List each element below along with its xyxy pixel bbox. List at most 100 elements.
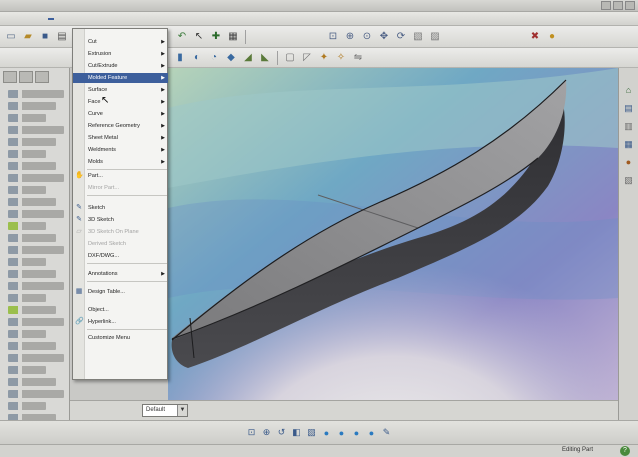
tree-item[interactable] [8,294,46,302]
menu-item-customize-menu[interactable]: Customize Menu [73,333,168,343]
hide-show-icon[interactable]: ● [336,427,347,438]
tree-item[interactable] [8,222,46,230]
menu-item-3d-sketch[interactable]: 3D Sketch ✎ [73,215,168,225]
tree-item[interactable] [8,162,56,170]
tree-item[interactable] [8,126,64,134]
section-view-icon[interactable]: ◧ [291,427,302,438]
open-icon[interactable]: ▰ [21,30,35,44]
property-manager-tab[interactable] [19,71,33,83]
menu-item-sketch[interactable]: Sketch ✎ [73,203,168,213]
tree-item[interactable] [8,270,56,278]
tree-item[interactable] [8,186,46,194]
extrude-icon[interactable]: ▮ [173,51,187,65]
tree-item[interactable] [8,90,64,98]
zoom-fit-icon[interactable]: ⊡ [246,427,257,438]
rotate-icon[interactable]: ⟳ [394,30,408,44]
config-manager-tab[interactable] [35,71,49,83]
save-icon[interactable]: ■ [38,30,52,44]
chamfer-icon[interactable]: ◣ [258,51,272,65]
tree-item[interactable] [8,378,56,386]
menu-view[interactable] [34,18,40,20]
pattern-icon[interactable]: ✧ [334,51,348,65]
revolve-icon[interactable]: ◐ [190,51,204,65]
tree-item[interactable] [8,342,56,350]
tree-item[interactable] [8,210,64,218]
view-orientation-icon[interactable]: ▧ [306,427,317,438]
menu-item-annotations[interactable]: Annotations ▶ [73,269,168,279]
help-icon[interactable]: ? [620,446,630,456]
close-icon[interactable]: ✖ [528,30,542,44]
view-settings-icon[interactable]: ✎ [381,427,392,438]
draft-icon[interactable]: ◸ [300,51,314,65]
menu-item-cut[interactable]: Cut ▶ [73,37,168,47]
tree-item[interactable] [8,366,46,374]
menu-item-reference-geometry[interactable]: Reference Geometry ▶ [73,121,168,131]
tree-item[interactable] [8,234,56,242]
pan-icon[interactable]: ✥ [377,30,391,44]
properties-icon[interactable]: ▧ [623,174,635,186]
loft-icon[interactable]: ◆ [224,51,238,65]
menu-item-part[interactable]: Part... ✋ [73,171,168,181]
tree-item[interactable] [8,114,46,122]
menu-item-weldments[interactable]: Weldments ▶ [73,145,168,155]
new-icon[interactable]: ▭ [4,30,18,44]
menu-item-dxf-dwg[interactable]: DXF/DWG... [73,251,168,261]
tree-item[interactable] [8,306,56,314]
zoom-icon[interactable]: ⊙ [360,30,374,44]
menu-insert[interactable] [48,17,54,20]
menu-item-hyperlink[interactable]: Hyperlink... 🔗 [73,317,168,327]
tree-item[interactable] [8,390,64,398]
rib-icon[interactable]: ✦ [317,51,331,65]
menu-item-molds[interactable]: Molds ▶ [73,157,168,167]
minimize-button[interactable] [601,1,611,10]
tree-item[interactable] [8,354,64,362]
tree-item[interactable] [8,198,56,206]
settings-icon[interactable]: ● [545,30,559,44]
menu-item-face[interactable]: Face ▶ [73,97,168,107]
undo-icon[interactable]: ↶ [175,30,189,44]
zoom-area-icon[interactable]: ⊕ [261,427,272,438]
menu-item-sheet-metal[interactable]: Sheet Metal ▶ [73,133,168,143]
print-icon[interactable]: ▤ [55,30,69,44]
close-window-button[interactable] [625,1,635,10]
shell-icon[interactable]: ▢ [283,51,297,65]
tree-item[interactable] [8,258,46,266]
library-icon[interactable]: ▤ [623,102,635,114]
view-palette-icon[interactable]: ▦ [623,138,635,150]
zoom-fit-icon[interactable]: ⊡ [326,30,340,44]
tree-item[interactable] [8,246,64,254]
graphics-viewport[interactable] [168,68,618,420]
chevron-down-icon[interactable]: ▼ [177,405,187,416]
menu-tools[interactable] [62,18,68,20]
menu-window[interactable] [76,18,82,20]
tree-item[interactable] [8,282,64,290]
appearance-icon[interactable]: ● [623,156,635,168]
tree-item[interactable] [8,138,56,146]
sweep-icon[interactable]: ◔ [207,51,221,65]
options-icon[interactable]: ▦ [226,30,240,44]
menu-item-extrusion[interactable]: Extrusion ▶ [73,49,168,59]
menu-item-cut-extrude[interactable]: Cut/Extrude ▶ [73,61,168,71]
previous-view-icon[interactable]: ↺ [276,427,287,438]
tree-item[interactable] [8,330,46,338]
tree-item[interactable] [8,150,46,158]
menu-item-design-table[interactable]: Design Table... ▦ [73,287,168,297]
menu-edit[interactable] [20,18,26,20]
maximize-button[interactable] [613,1,623,10]
tree-item[interactable] [8,174,64,182]
display-style-icon[interactable]: ● [321,427,332,438]
tree-item[interactable] [8,402,46,410]
menu-item-surface[interactable]: Surface ▶ [73,85,168,95]
explorer-icon[interactable]: ▥ [623,120,635,132]
mirror-icon[interactable]: ⇋ [351,51,365,65]
display-style-icon[interactable]: ▨ [428,30,442,44]
select-icon[interactable]: ↖ [192,30,206,44]
edit-appearance-icon[interactable]: ● [351,427,362,438]
view-combo[interactable]: Default ▼ [142,404,188,417]
feature-tree-tab[interactable] [3,71,17,83]
apply-scene-icon[interactable]: ● [366,427,377,438]
menu-item-object[interactable]: Object... [73,305,168,315]
menu-help[interactable] [90,18,96,20]
rebuild-icon[interactable]: ✚ [209,30,223,44]
tree-item[interactable] [8,318,64,326]
